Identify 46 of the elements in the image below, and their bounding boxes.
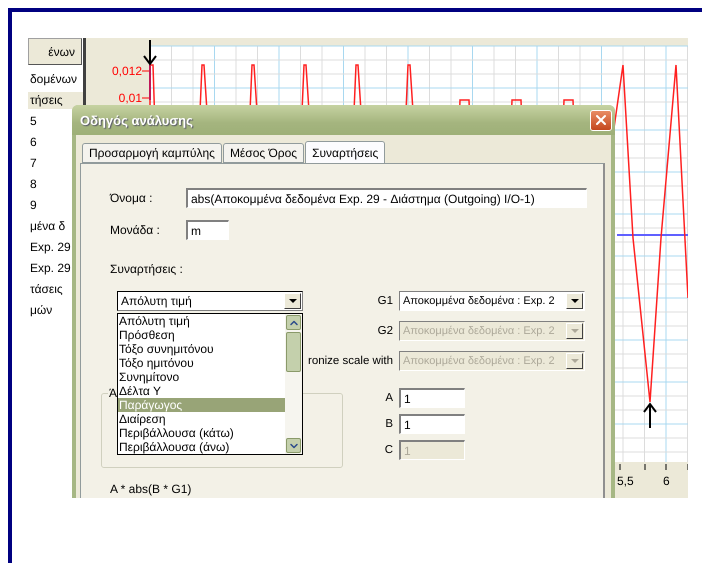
parameter-label: B [384, 418, 394, 430]
dropdown-option[interactable]: Απόλυτη τιμή [118, 314, 285, 328]
graph-select[interactable]: Αποκομμένα δεδομένα : Exp. 2 [399, 291, 585, 311]
parameter-label: C [384, 444, 394, 456]
dialog-tab[interactable]: Προσαρμογή καμπύλης [82, 143, 222, 163]
panel-list-item[interactable]: δομένων [28, 71, 83, 88]
name-label: Όνομα : [110, 191, 154, 205]
dropdown-option[interactable]: Συνημίτονο [118, 370, 285, 384]
close-icon [593, 112, 609, 128]
x-axis-label: 5,5 [617, 474, 634, 488]
dropdown-button[interactable] [566, 293, 583, 309]
dropdown-option[interactable]: Περιβάλλουσα (κάτω) [118, 426, 285, 440]
close-button[interactable] [590, 110, 612, 130]
unit-field[interactable]: m [186, 220, 229, 240]
function-select[interactable]: Απόλυτη τιμή [117, 291, 303, 311]
list-scrollbar[interactable] [285, 314, 302, 454]
dropdown-arrow-icon [570, 299, 578, 303]
dropdown-arrow-icon [570, 359, 578, 363]
formula-text: A * abs(B * G1) [110, 482, 192, 496]
graph-label: ronize scale with [306, 355, 394, 367]
name-field[interactable]: abs(Αποκομμένα δεδομένα Exp. 29 - Διάστημα (Outgoing) I/O-1) [186, 188, 587, 208]
dropdown-arrow-icon [570, 329, 578, 333]
dropdown-option[interactable]: Τόξο συνημιτόνου [118, 342, 285, 356]
dropdown-button[interactable] [284, 293, 301, 309]
dropdown-arrow-icon [288, 299, 296, 303]
dropdown-option[interactable]: Τόξο ημιτόνου [118, 356, 285, 370]
unit-label: Μονάδα : [110, 223, 161, 237]
dropdown-option[interactable]: Πρόσθεση [118, 328, 285, 342]
graph-label: G1 [376, 295, 394, 307]
group-label: Ά [108, 386, 118, 400]
dialog-tab[interactable]: Μέσος Όρος [222, 143, 304, 163]
functions-label: Συναρτήσεις : [110, 262, 184, 276]
dialog-tab[interactable]: Συναρτήσεις [305, 141, 386, 163]
dialog-title: Οδηγός ανάλυσης [80, 112, 193, 128]
dropdown-option[interactable]: Δέλτα Υ [118, 384, 285, 398]
panel-list-item[interactable]: τήσεις [28, 92, 83, 109]
graph-label: G2 [376, 325, 394, 337]
x-axis-label: 6 [663, 474, 670, 488]
parameter-field[interactable]: 1 [399, 414, 465, 434]
panel-button[interactable]: ένων [28, 38, 82, 65]
parameter-label: A [384, 392, 394, 404]
y-axis-label: 0,01 [118, 91, 142, 105]
dropdown-option[interactable]: Διαίρεση [118, 412, 285, 426]
parameter-field[interactable]: 1 [399, 388, 465, 408]
dropdown-option[interactable]: Περιβάλλουσα (άνω) [118, 440, 285, 454]
y-axis-label: 0,012 [112, 64, 142, 78]
